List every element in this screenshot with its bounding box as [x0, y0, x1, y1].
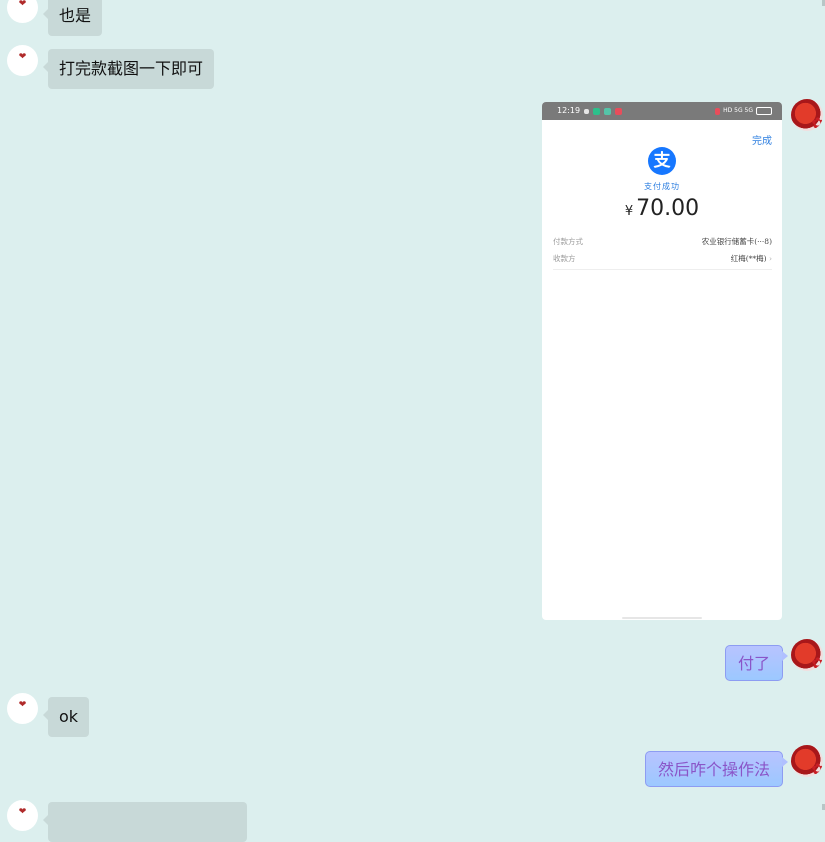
row-label: 收款方	[553, 254, 576, 263]
notification-icon	[584, 108, 590, 114]
amount-value: 70.00	[636, 196, 700, 221]
contact-avatar[interactable]: ❤	[7, 693, 38, 724]
my-avatar[interactable]: ✿	[791, 639, 823, 671]
row-label: 付款方式	[553, 237, 583, 246]
message-text: 然后咋个操作法	[658, 760, 771, 779]
app-icon	[615, 107, 623, 115]
message-bubble-incoming[interactable]: 打完款截图一下即可	[42, 49, 215, 89]
payee-row: 收款方 红梅(**梅) ›	[553, 253, 772, 264]
done-link: 完成	[752, 136, 772, 147]
home-indicator	[622, 617, 702, 619]
my-avatar[interactable]: ✿	[791, 745, 823, 777]
status-signal: HD 5G 5G	[723, 107, 753, 114]
message-bubble-incoming[interactable]: 也是	[42, 0, 103, 36]
alert-icon	[715, 107, 721, 115]
message-bubble-outgoing[interactable]: 付了	[725, 645, 789, 681]
phone-status-bar: 12:19 HD 5G 5G	[542, 102, 782, 120]
alipay-icon: 支	[648, 147, 676, 175]
flower-icon: ✿	[811, 654, 823, 671]
divider	[553, 269, 772, 270]
my-avatar[interactable]: ✿	[791, 99, 823, 131]
payee-name: 红梅(**梅)	[730, 254, 767, 263]
heart-icon: ❤	[18, 0, 27, 9]
heart-icon: ❤	[18, 700, 27, 710]
payment-amount: ¥70.00	[542, 196, 782, 221]
flower-icon: ✿	[811, 114, 823, 131]
payment-method-row: 付款方式 农业银行储蓄卡(···8)	[553, 236, 772, 247]
app-icon	[593, 107, 601, 115]
payment-screenshot-image[interactable]: 12:19 HD 5G 5G 完成 支 支付成功 ¥70.00 付款方式 农业银…	[542, 102, 782, 620]
flower-icon: ✿	[811, 760, 823, 777]
message-bubble-incoming[interactable]: ok	[42, 697, 90, 737]
row-value: 红梅(**梅) ›	[731, 253, 772, 264]
battery-icon	[756, 107, 772, 115]
message-text: 也是	[59, 6, 92, 25]
message-bubble-outgoing[interactable]: 然后咋个操作法	[645, 751, 789, 787]
contact-avatar[interactable]: ❤	[7, 0, 38, 23]
app-icon	[604, 107, 612, 115]
message-text: ok	[59, 707, 79, 726]
message-bubble-incoming-partial[interactable]	[43, 802, 247, 842]
contact-avatar[interactable]: ❤	[7, 45, 38, 76]
message-text: 打完款截图一下即可	[59, 59, 204, 78]
payment-success-text: 支付成功	[644, 182, 680, 191]
message-text: 付了	[738, 654, 771, 673]
chat-area[interactable]: ❤ 也是 ❤ 打完款截图一下即可 ✿ 12:19 HD 5G 5G 完成 支 支…	[0, 0, 825, 842]
status-time: 12:19	[557, 106, 581, 115]
currency-symbol: ¥	[624, 204, 634, 219]
heart-icon: ❤	[18, 52, 27, 62]
contact-avatar[interactable]: ❤	[7, 800, 38, 831]
row-value: 农业银行储蓄卡(···8)	[701, 237, 772, 246]
chevron-right-icon: ›	[769, 254, 772, 263]
